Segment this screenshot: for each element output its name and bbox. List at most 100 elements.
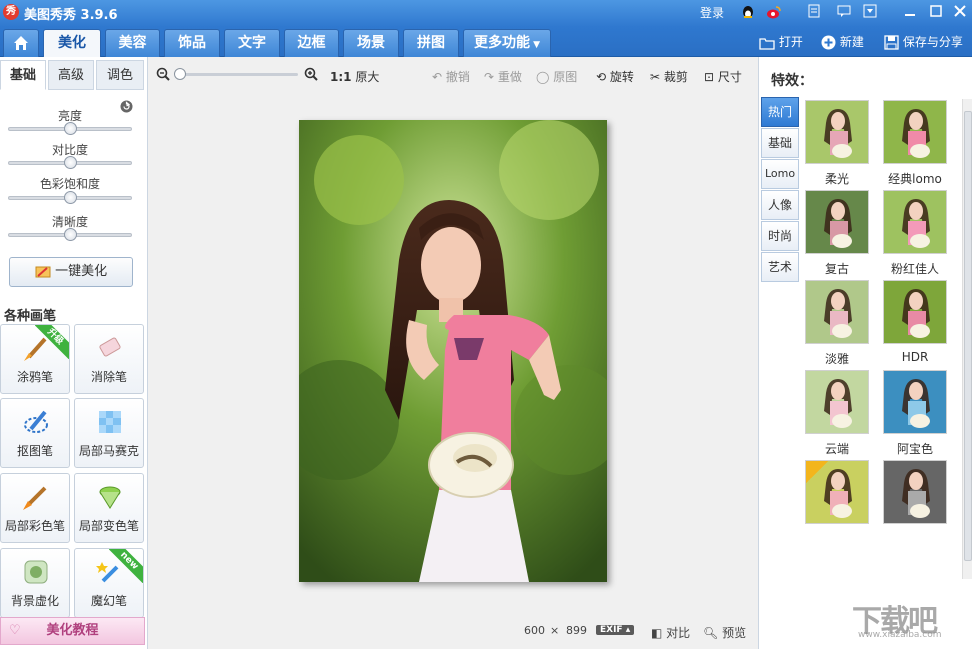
zoom-slider[interactable]: [174, 68, 298, 80]
tab-beauty[interactable]: 美容: [105, 29, 160, 57]
sharpness-slider[interactable]: [8, 228, 132, 241]
tab-text[interactable]: 文字: [224, 29, 280, 57]
effect-hdr-thumbnail[interactable]: [883, 280, 947, 344]
color-brush-label: 局部彩色笔: [4, 519, 65, 533]
effect-classic-lomo-thumbnail[interactable]: [883, 100, 947, 164]
effects-scroll-thumb[interactable]: [964, 111, 972, 561]
redo-label: 重做: [497, 70, 522, 84]
zoom-knob[interactable]: [174, 68, 186, 80]
contrast-knob[interactable]: [64, 156, 77, 169]
subtab-basic[interactable]: 基础: [0, 60, 46, 90]
canvas-area: 1:1 原大 ↶ 撤销 ↷ 重做 ◯ 原图 ⟲ 旋转 ✂ 裁剪 ⊡ 尺寸 600…: [148, 57, 758, 649]
contrast-slider[interactable]: [8, 156, 132, 169]
resize-icon: ⊡: [704, 70, 715, 84]
open-button[interactable]: 打开: [759, 33, 803, 50]
crop-label: 裁剪: [663, 70, 688, 84]
weibo-icon[interactable]: [766, 4, 782, 20]
zoom-out-icon[interactable]: [156, 67, 170, 84]
exif-button[interactable]: EXIF ▴: [596, 625, 635, 635]
redo-button[interactable]: ↷ 重做: [484, 68, 522, 85]
beautify-tutorial-button[interactable]: ♡ 美化教程: [0, 617, 145, 645]
minimize-icon[interactable]: [902, 4, 918, 20]
brightness-slider[interactable]: [8, 122, 132, 135]
color-brush-button[interactable]: 局部彩色笔: [0, 473, 70, 543]
scissors-icon: ✂: [650, 70, 661, 84]
effect-black-white-thumbnail[interactable]: [883, 460, 947, 524]
subtab-color[interactable]: 调色: [96, 60, 144, 90]
undo-label: 撤销: [445, 70, 470, 84]
mosaic-icon: [99, 411, 121, 433]
compare-icon: ◧: [651, 626, 663, 640]
effect-elegant-thumbnail[interactable]: [805, 280, 869, 344]
effects-scrollbar[interactable]: [962, 99, 972, 579]
eraser-icon: [99, 337, 121, 357]
effect-pink-lady-thumbnail[interactable]: [883, 190, 947, 254]
resize-label: 尺寸: [717, 70, 742, 84]
effect-cloud-thumbnail[interactable]: [805, 370, 869, 434]
effect-classic-lomo-label: 经典lomo: [888, 172, 942, 186]
maximize-icon[interactable]: [928, 4, 944, 20]
rotate-button[interactable]: ⟲ 旋转: [596, 68, 634, 85]
login-link[interactable]: 登录: [700, 4, 724, 21]
save-share-button[interactable]: 保存与分享: [884, 33, 963, 50]
saturation-knob[interactable]: [64, 191, 77, 204]
tab-beautify[interactable]: 美化: [43, 29, 101, 57]
zoom-in-icon[interactable]: [304, 67, 318, 84]
original-size-button[interactable]: 1:1 原大: [330, 68, 379, 85]
tab-more-functions[interactable]: 更多功能 ▼: [463, 29, 551, 57]
tab-border[interactable]: 边框: [284, 29, 339, 57]
magic-brush-button[interactable]: new 魔幻笔: [74, 548, 144, 618]
qq-icon[interactable]: [740, 4, 756, 20]
mosaic-brush-button[interactable]: 局部马赛克: [74, 398, 144, 468]
one-key-beautify-button[interactable]: 一键美化: [9, 257, 133, 287]
undo-button[interactable]: ↶ 撤销: [432, 68, 470, 85]
original-icon: ◯: [536, 70, 550, 84]
effect-abao-thumbnail[interactable]: [883, 370, 947, 434]
sharpness-knob[interactable]: [64, 228, 77, 241]
image-height: 899: [566, 624, 587, 637]
document-icon[interactable]: [806, 4, 822, 20]
preview-button[interactable]: 🔍︎ 预览: [703, 624, 746, 641]
original-image-button[interactable]: ◯ 原图: [536, 68, 577, 85]
tab-collage[interactable]: 拼图: [403, 29, 459, 57]
preview-label: 预览: [722, 626, 747, 640]
plus-circle-icon: [821, 35, 836, 50]
effect-hdr-label: HDR: [901, 350, 929, 364]
upgrade-badge: 升级: [35, 325, 69, 359]
cutout-brush-button[interactable]: 抠图笔: [0, 398, 70, 468]
effect-cloud-label: 云端: [824, 442, 849, 456]
preview-icon: 🔍︎: [703, 626, 719, 640]
saturation-slider[interactable]: [8, 191, 132, 204]
effect-soft-light-thumbnail[interactable]: [805, 100, 869, 164]
save-icon: [884, 35, 899, 50]
chevron-down-icon: ▼: [529, 40, 541, 50]
paint-bucket-icon: [99, 486, 121, 509]
magic-wand-icon: [35, 266, 51, 277]
tab-scene[interactable]: 场景: [343, 29, 399, 57]
brightness-knob[interactable]: [64, 122, 77, 135]
adjust-panel: 基础 高级 调色 亮度 对比度 色彩饱和度 清晰度 一键美化 各种画笔 升级 涂…: [0, 57, 148, 649]
new-button[interactable]: 新建: [821, 33, 864, 50]
app-title: 美图秀秀 3.9.6: [24, 8, 118, 23]
resize-button[interactable]: ⊡ 尺寸: [704, 68, 742, 85]
crop-button[interactable]: ✂ 裁剪: [650, 68, 688, 85]
message-icon[interactable]: [836, 4, 852, 20]
exif-label: EXIF: [600, 625, 623, 635]
main-photo[interactable]: [279, 120, 624, 582]
menu-dropdown-icon[interactable]: [862, 4, 878, 20]
effect-retro-thumbnail[interactable]: [805, 190, 869, 254]
eraser-brush-button[interactable]: 消除笔: [74, 324, 144, 394]
effect-elegant-label: 淡雅: [824, 352, 849, 366]
effect-locked-thumbnail[interactable]: [805, 460, 869, 524]
home-tab[interactable]: [3, 29, 39, 57]
doodle-brush-button[interactable]: 升级 涂鸦笔: [0, 324, 70, 394]
app-logo-icon: 秀: [3, 4, 19, 20]
tab-accessories[interactable]: 饰品: [164, 29, 220, 57]
compare-button[interactable]: ◧ 对比: [651, 624, 690, 641]
recolor-brush-button[interactable]: 局部变色笔: [74, 473, 144, 543]
close-icon[interactable]: [952, 4, 968, 20]
background-blur-button[interactable]: 背景虚化: [0, 548, 70, 618]
one-key-label: 一键美化: [55, 264, 108, 279]
rotate-label: 旋转: [609, 70, 634, 84]
subtab-advanced[interactable]: 高级: [48, 60, 94, 90]
